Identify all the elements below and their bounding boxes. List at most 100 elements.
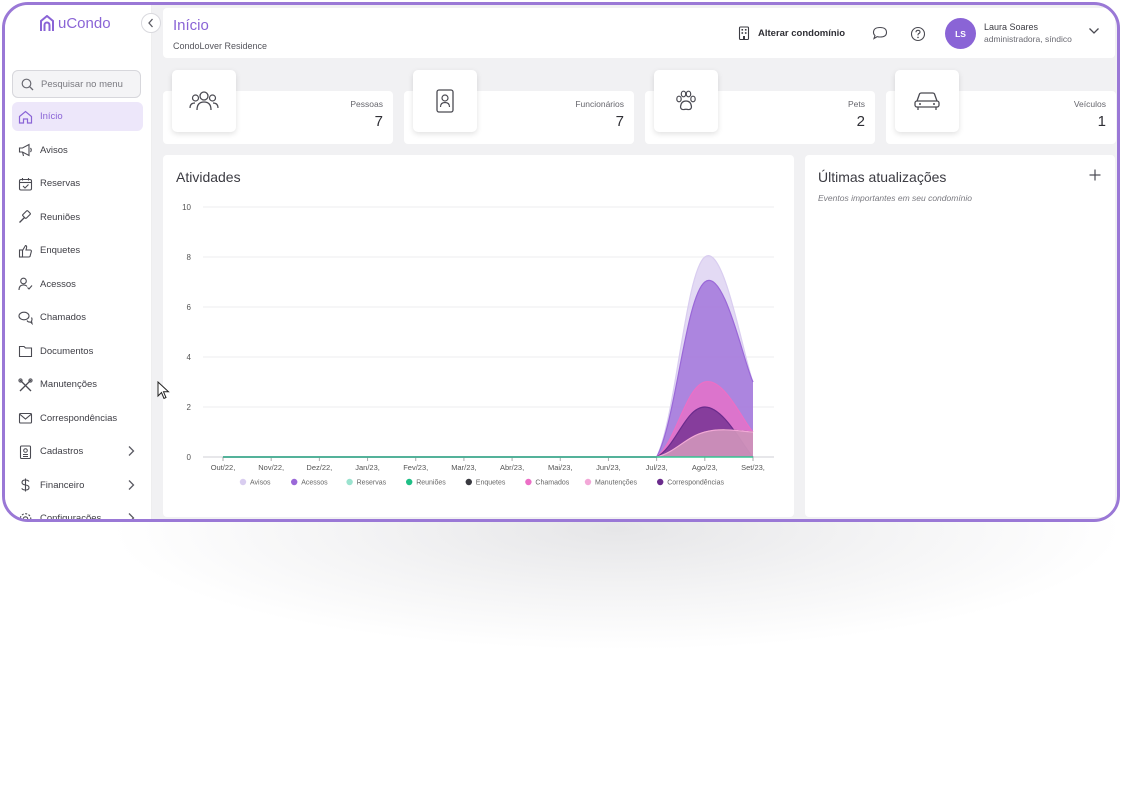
chevron-down-icon[interactable] — [1088, 27, 1100, 35]
sidebar-item-reservas[interactable]: Reservas — [12, 169, 143, 198]
y-tick-label: 2 — [187, 403, 192, 412]
stat-icon-tile — [654, 70, 718, 132]
settings-icon — [19, 512, 32, 519]
chat-icon[interactable] — [872, 26, 888, 41]
legend-marker — [465, 478, 472, 486]
switch-condo-label: Alterar condomínio — [758, 27, 846, 39]
stat-value: 2 — [856, 113, 865, 130]
help-icon[interactable] — [910, 26, 926, 42]
activities-panel: Atividades 0 2 4 6 8 10 Out/22, Nov/22, Dez/22, J… — [163, 155, 794, 517]
collapse-sidebar-button[interactable] — [141, 13, 161, 33]
sidebar-item-configuracoes[interactable]: Configurações — [12, 504, 143, 522]
car-icon — [914, 92, 940, 110]
chat-bubbles-icon — [18, 311, 33, 325]
y-tick-label: 6 — [187, 303, 192, 312]
sidebar-item-correspondencias[interactable]: Correspondências — [12, 404, 143, 433]
menu-search[interactable]: Pesquisar no menu — [12, 70, 141, 98]
chevron-right-icon — [128, 446, 135, 456]
sidebar-item-enquetes[interactable]: Enquetes — [12, 236, 143, 265]
x-tick-label: Set/23, — [741, 463, 765, 472]
sidebar-item-label: Enquetes — [40, 245, 81, 256]
sidebar-item-label: Reuniões — [40, 211, 81, 223]
folder-icon — [18, 345, 33, 358]
app-logo[interactable]: uCondo — [39, 15, 111, 32]
stat-value: 7 — [374, 113, 383, 130]
x-tick-label: Jan/23, — [355, 463, 380, 472]
sidebar-item-label: Avisos — [40, 144, 68, 156]
x-tick-label: Mai/23, — [548, 463, 573, 472]
sidebar-item-financeiro[interactable]: Financeiro — [12, 471, 143, 500]
legend-marker — [525, 478, 532, 486]
calendar-check-icon — [18, 177, 33, 191]
legend-marker — [406, 478, 413, 486]
stat-label: Veículos — [1073, 99, 1106, 109]
x-tick-label: Fev/23, — [403, 463, 428, 472]
stat-label: Pessoas — [350, 99, 383, 109]
sidebar-item-label: Reservas — [40, 178, 81, 189]
dollar-icon — [21, 478, 30, 492]
updates-subtitle: Eventos importantes em seu condomínio — [818, 193, 973, 203]
updates-panel: Últimas atualizações Eventos importantes… — [805, 155, 1115, 517]
stat-icon-tile — [895, 70, 959, 132]
sidebar-item-label: Início — [40, 111, 63, 122]
updates-title: Últimas atualizações — [818, 169, 947, 185]
legend-marker — [239, 478, 247, 486]
badge-icon — [436, 89, 454, 113]
tools-icon — [18, 377, 33, 391]
legend-label: Acessos — [301, 480, 328, 487]
legend-marker — [346, 478, 353, 486]
legend-label: Reuniões — [416, 480, 446, 487]
add-icon[interactable] — [1089, 169, 1101, 181]
megaphone-icon — [18, 143, 32, 157]
y-tick-label: 0 — [187, 453, 192, 462]
sidebar-item-avisos[interactable]: Avisos — [12, 136, 143, 165]
top-header: Início CondoLover Residence Alterar cond… — [163, 8, 1115, 58]
people-icon — [189, 91, 219, 111]
sidebar-nav: Início Avisos Reservas Reuniões Enquetes… — [12, 102, 143, 522]
sidebar-item-manutencoes[interactable]: Manutenções — [12, 370, 143, 399]
building-icon — [738, 26, 750, 40]
sidebar-item-documentos[interactable]: Documentos — [12, 337, 143, 366]
stat-label: Pets — [847, 99, 865, 109]
x-tick-label: Out/22, — [211, 463, 236, 472]
search-placeholder: Pesquisar no menu — [41, 78, 123, 90]
chevron-right-icon — [128, 479, 135, 490]
home-icon — [18, 110, 33, 124]
paw-icon — [676, 90, 696, 111]
sidebar-item-reunioes[interactable]: Reuniões — [12, 203, 143, 232]
avatar[interactable]: LS — [945, 18, 976, 49]
y-tick-label: 8 — [187, 253, 192, 262]
app-window: uCondo Pesquisar no menu Início Avisos R… — [2, 2, 1120, 522]
background-shadow — [0, 500, 1122, 793]
user-role: administradora, síndico — [984, 34, 1072, 44]
legend-label: Manutenções — [595, 480, 638, 487]
legend-marker — [291, 478, 298, 486]
legend-marker — [657, 478, 664, 486]
search-icon — [21, 78, 34, 90]
sidebar-item-label: Cadastros — [40, 446, 84, 457]
switch-condo-button[interactable]: Alterar condomínio — [738, 26, 845, 40]
thumbs-up-icon — [18, 244, 32, 258]
x-tick-label: Mar/23, — [451, 463, 476, 472]
page-title: Início — [173, 17, 209, 34]
gavel-icon — [19, 210, 31, 223]
sidebar-item-inicio[interactable]: Início — [12, 102, 143, 131]
sidebar-item-label: Correspondências — [40, 412, 118, 424]
sidebar-item-label: Manutenções — [40, 379, 98, 390]
legend-label: Reservas — [357, 480, 387, 487]
id-card-icon — [19, 444, 32, 459]
x-tick-label: Nov/22, — [258, 463, 284, 472]
legend-label: Chamados — [535, 480, 569, 487]
x-tick-label: Dez/22, — [306, 463, 332, 472]
legend-label: Enquetes — [476, 480, 506, 487]
stat-icon-tile — [172, 70, 236, 132]
x-tick-label: Ago/23, — [692, 463, 718, 472]
sidebar-item-label: Documentos — [40, 345, 94, 357]
sidebar-item-chamados[interactable]: Chamados — [12, 303, 143, 332]
sidebar-item-label: Configurações — [40, 513, 102, 522]
sidebar-item-acessos[interactable]: Acessos — [12, 270, 143, 299]
user-name: Laura Soares — [984, 22, 1039, 32]
stat-label: Funcionários — [575, 99, 624, 109]
user-check-icon — [18, 277, 33, 291]
sidebar-item-cadastros[interactable]: Cadastros — [12, 437, 143, 466]
